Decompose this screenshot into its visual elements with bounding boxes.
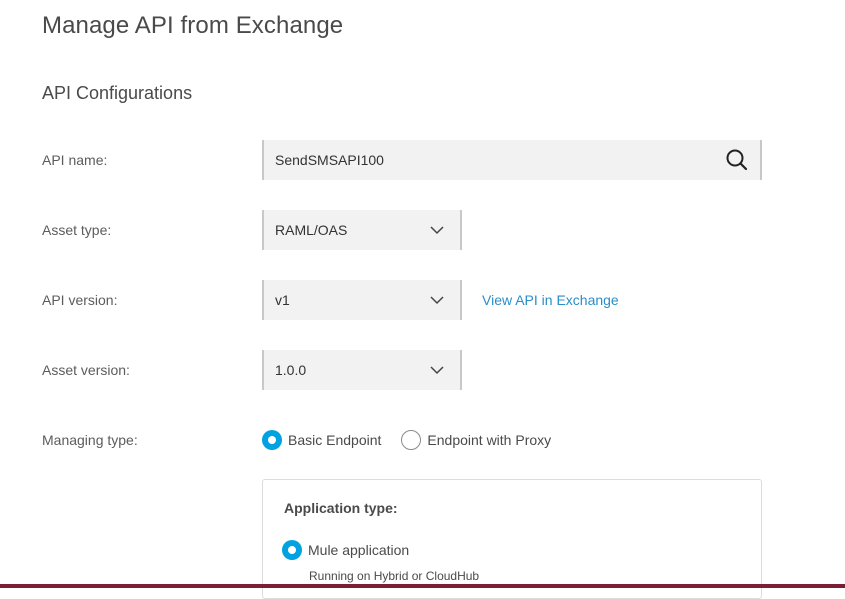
chevron-down-icon [422, 280, 452, 320]
radio-selected-icon [282, 540, 302, 560]
api-name-value: SendSMSAPI100 [275, 152, 384, 168]
asset-version-value: 1.0.0 [275, 362, 307, 378]
managing-type-radio-group: Basic Endpoint Endpoint with Proxy [262, 430, 571, 450]
radio-unselected-icon [401, 430, 422, 450]
section-title: API Configurations [42, 83, 193, 103]
asset-type-value: RAML/OAS [275, 222, 348, 238]
basic-endpoint-label: Basic Endpoint [288, 432, 382, 448]
application-type-card: Application type: Mule application Runni… [262, 479, 762, 599]
api-version-select[interactable]: v1 [262, 280, 462, 320]
mule-application-subtext: Running on Hybrid or CloudHub [309, 569, 480, 583]
chevron-down-icon [422, 350, 452, 390]
api-version-label: API version: [42, 292, 118, 308]
asset-type-label: Asset type: [42, 222, 112, 238]
mule-application-radio[interactable]: Mule application [282, 540, 409, 560]
api-name-field[interactable]: SendSMSAPI100 [262, 140, 762, 180]
radio-selected-icon [262, 430, 282, 450]
endpoint-with-proxy-label: Endpoint with Proxy [427, 432, 552, 448]
basic-endpoint-radio[interactable]: Basic Endpoint [262, 430, 381, 450]
asset-version-label: Asset version: [42, 362, 130, 378]
view-api-in-exchange-link[interactable]: View API in Exchange [482, 292, 619, 308]
chevron-down-icon [422, 210, 452, 250]
page-title: Manage API from Exchange [42, 12, 344, 39]
application-type-title: Application type: [284, 500, 398, 516]
mule-application-label: Mule application [308, 542, 410, 558]
bottom-bar [0, 584, 845, 588]
asset-type-select[interactable]: RAML/OAS [262, 210, 462, 250]
endpoint-with-proxy-radio[interactable]: Endpoint with Proxy [401, 430, 551, 450]
search-icon[interactable] [722, 140, 752, 180]
api-name-label: API name: [42, 152, 108, 168]
asset-version-select[interactable]: 1.0.0 [262, 350, 462, 390]
api-version-value: v1 [275, 292, 290, 308]
managing-type-label: Managing type: [42, 432, 138, 448]
